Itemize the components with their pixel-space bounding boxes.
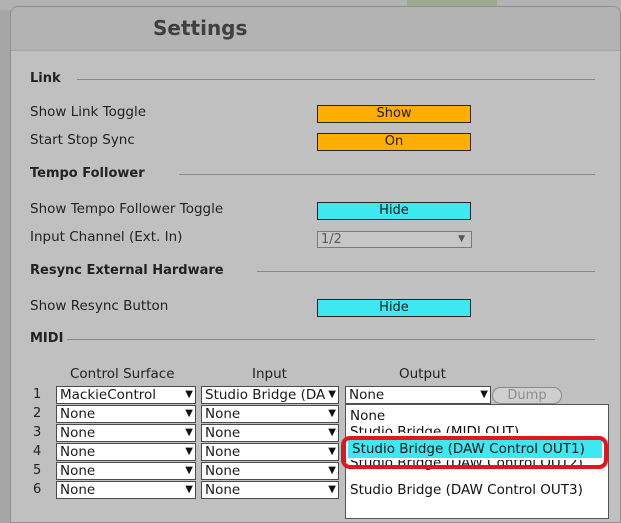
control-surface-select[interactable]: None ▼ bbox=[56, 424, 196, 442]
control-surface-value: None bbox=[60, 425, 96, 441]
control-surface-value: MackieControl bbox=[60, 387, 157, 403]
dropdown-arrow-icon: ▼ bbox=[326, 387, 336, 403]
menu-item-midi-out[interactable]: Studio Bridge (MIDI OUT) bbox=[350, 423, 519, 433]
section-tempo-follower: Tempo Follower bbox=[30, 166, 145, 181]
dropdown-arrow-icon: ▼ bbox=[326, 463, 336, 479]
dropdown-arrow-icon: ▼ bbox=[183, 482, 193, 498]
header-input: Input bbox=[252, 366, 287, 382]
input-channel-value: 1/2 bbox=[321, 232, 342, 247]
midi-input-value: None bbox=[205, 463, 241, 479]
show-resync-label: Show Resync Button bbox=[30, 298, 169, 314]
start-stop-sync-button[interactable]: On bbox=[317, 133, 471, 151]
dropdown-arrow-icon: ▼ bbox=[458, 234, 465, 244]
header-output: Output bbox=[399, 366, 446, 382]
midi-input-select[interactable]: None ▼ bbox=[201, 424, 339, 442]
input-channel-dropdown[interactable]: 1/2 ▼ bbox=[317, 231, 472, 248]
midi-input-select[interactable]: None ▼ bbox=[201, 462, 339, 480]
show-tempo-follower-button[interactable]: Hide bbox=[317, 202, 471, 220]
dropdown-arrow-icon: ▼ bbox=[326, 425, 336, 441]
section-link: Link bbox=[30, 71, 61, 86]
midi-input-select[interactable]: None ▼ bbox=[201, 481, 339, 499]
output-dropdown-menu: None Studio Bridge (MIDI OUT) Studio Bri… bbox=[345, 404, 609, 519]
midi-input-value: None bbox=[205, 444, 241, 460]
header-control-surface: Control Surface bbox=[70, 366, 175, 382]
section-divider bbox=[77, 79, 595, 80]
row-number: 5 bbox=[33, 463, 42, 478]
menu-item-daw-control-out1[interactable]: Studio Bridge (DAW Control OUT1) bbox=[348, 440, 602, 458]
control-surface-select[interactable]: MackieControl ▼ bbox=[56, 386, 196, 404]
dropdown-arrow-icon: ▼ bbox=[183, 387, 193, 403]
midi-input-value: None bbox=[205, 406, 241, 422]
section-midi: MIDI bbox=[30, 331, 64, 346]
control-surface-select[interactable]: None ▼ bbox=[56, 405, 196, 423]
row-number: 4 bbox=[33, 444, 42, 459]
midi-input-value: None bbox=[205, 425, 241, 441]
control-surface-value: None bbox=[60, 463, 96, 479]
control-surface-value: None bbox=[60, 406, 96, 422]
section-divider bbox=[67, 339, 595, 340]
dropdown-arrow-icon: ▼ bbox=[183, 406, 193, 422]
show-tempo-follower-label: Show Tempo Follower Toggle bbox=[30, 201, 224, 217]
section-divider bbox=[179, 174, 595, 175]
input-channel-label: Input Channel (Ext. In) bbox=[30, 229, 183, 245]
control-surface-select[interactable]: None ▼ bbox=[56, 481, 196, 499]
control-surface-select[interactable]: None ▼ bbox=[56, 462, 196, 480]
midi-input-value: Studio Bridge (DA bbox=[205, 387, 326, 403]
show-resync-button[interactable]: Hide bbox=[317, 299, 471, 317]
section-resync: Resync External Hardware bbox=[30, 263, 224, 278]
start-stop-sync-label: Start Stop Sync bbox=[30, 132, 135, 148]
control-surface-value: None bbox=[60, 482, 96, 498]
row-number: 1 bbox=[33, 387, 42, 402]
section-divider bbox=[257, 271, 595, 272]
show-link-toggle-button[interactable]: Show bbox=[317, 105, 471, 123]
dropdown-arrow-icon: ▼ bbox=[183, 463, 193, 479]
dropdown-arrow-icon: ▼ bbox=[326, 406, 336, 422]
dropdown-arrow-icon: ▼ bbox=[478, 387, 488, 403]
control-surface-value: None bbox=[60, 444, 96, 460]
row-number: 2 bbox=[33, 406, 42, 421]
midi-output-select[interactable]: None ▼ bbox=[345, 386, 491, 404]
dropdown-arrow-icon: ▼ bbox=[183, 425, 193, 441]
menu-item-daw-control-out2[interactable]: Studio Bridge (DAW Control OUT2) bbox=[350, 460, 583, 471]
midi-input-select[interactable]: None ▼ bbox=[201, 443, 339, 461]
control-surface-select[interactable]: None ▼ bbox=[56, 443, 196, 461]
show-link-toggle-label: Show Link Toggle bbox=[30, 104, 147, 120]
menu-item-daw-control-out3[interactable]: Studio Bridge (DAW Control OUT3) bbox=[350, 481, 583, 499]
window-title: Settings bbox=[153, 16, 248, 40]
dropdown-arrow-icon: ▼ bbox=[326, 482, 336, 498]
row-number: 3 bbox=[33, 425, 42, 440]
midi-input-select[interactable]: None ▼ bbox=[201, 405, 339, 423]
dropdown-arrow-icon: ▼ bbox=[183, 444, 193, 460]
title-bar[interactable]: Settings bbox=[11, 7, 620, 51]
midi-input-value: None bbox=[205, 482, 241, 498]
dump-button[interactable]: Dump bbox=[492, 387, 562, 404]
row-number: 6 bbox=[33, 482, 42, 497]
dropdown-arrow-icon: ▼ bbox=[326, 444, 336, 460]
midi-output-value: None bbox=[349, 387, 385, 403]
midi-input-select[interactable]: Studio Bridge (DA ▼ bbox=[201, 386, 339, 404]
settings-window: Settings Link Show Link Toggle Show Star… bbox=[10, 6, 621, 523]
